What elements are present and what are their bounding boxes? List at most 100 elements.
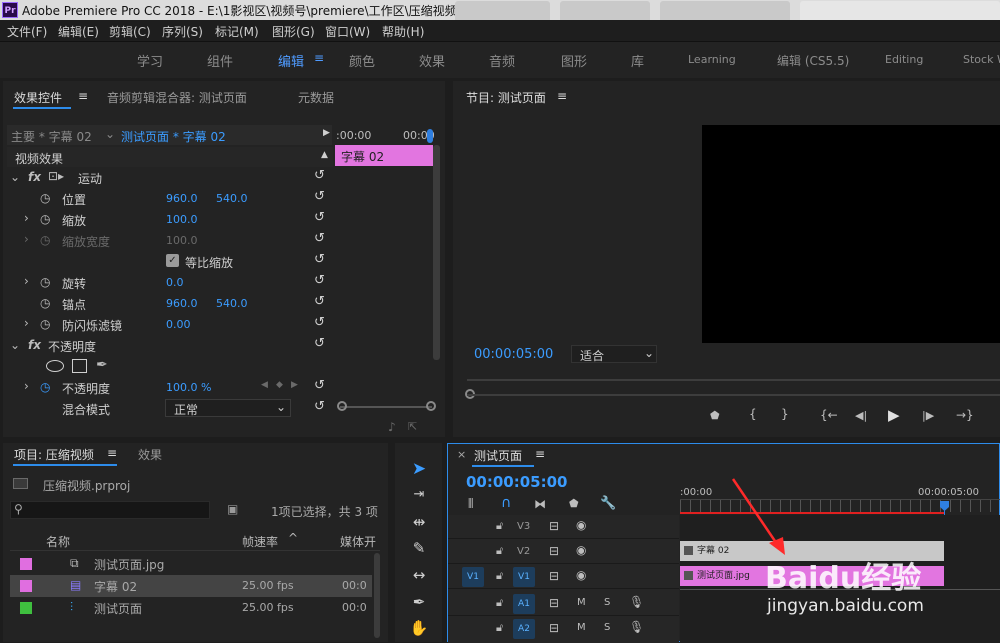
mute-button[interactable]: M: [577, 622, 586, 633]
opacity-value[interactable]: 100.0 %: [166, 381, 211, 394]
lock-icon[interactable]: 🔓︎: [496, 544, 503, 558]
workspace-editing[interactable]: 编辑: [278, 51, 304, 70]
column-media-start[interactable]: 媒体开: [340, 533, 376, 550]
background-window-tab[interactable]: [800, 1, 1000, 20]
label-color-swatch[interactable]: [20, 580, 32, 592]
add-marker-icon[interactable]: ⬟: [569, 497, 579, 510]
reset-icon[interactable]: ↺: [314, 315, 325, 330]
play-icon[interactable]: ▶: [888, 406, 900, 424]
chevron-down-icon[interactable]: ⌄: [105, 127, 115, 141]
prev-keyframe-icon[interactable]: ◀: [261, 380, 268, 390]
workspace-learn[interactable]: 学习: [137, 51, 163, 70]
mute-button[interactable]: M: [577, 597, 586, 608]
program-monitor-title[interactable]: 节目: 测试页面: [466, 89, 546, 106]
reset-icon[interactable]: ↺: [314, 189, 325, 204]
project-item[interactable]: ⧉ 测试页面.jpg: [10, 553, 372, 575]
close-icon[interactable]: ×: [457, 448, 466, 461]
tab-audio-clip-mixer[interactable]: 音频剪辑混合器: 测试页面: [107, 89, 247, 106]
solo-button[interactable]: S: [604, 597, 610, 608]
source-patch-v1[interactable]: V1: [462, 567, 484, 587]
project-search-input[interactable]: ⚲: [10, 501, 210, 519]
track-label[interactable]: V3: [517, 521, 530, 532]
toggle-sync-lock-icon[interactable]: ⊟: [549, 544, 559, 558]
chevron-down-icon[interactable]: ⌄: [10, 338, 20, 352]
stopwatch-icon[interactable]: ◷: [40, 191, 50, 205]
reset-icon[interactable]: ↺: [314, 378, 325, 393]
menu-help[interactable]: 帮助(H): [382, 23, 424, 40]
toggle-sync-lock-icon[interactable]: ⊟: [549, 621, 559, 635]
stopwatch-icon[interactable]: ◷: [40, 275, 50, 289]
workspace-graphics[interactable]: 图形: [561, 51, 587, 70]
tab-metadata[interactable]: 元数据: [298, 89, 334, 106]
add-keyframe-icon[interactable]: ◆: [276, 380, 283, 390]
reset-icon[interactable]: ↺: [314, 252, 325, 267]
export-icon[interactable]: ⇱: [408, 420, 417, 433]
project-scrollbar[interactable]: [374, 553, 380, 638]
menu-graphics[interactable]: 图形(G): [272, 23, 315, 40]
menu-window[interactable]: 窗口(W): [325, 23, 370, 40]
toggle-sync-lock-icon[interactable]: ⊟: [549, 519, 559, 533]
program-timecode[interactable]: 00:00:05:00: [474, 347, 553, 362]
bin-search-icon[interactable]: ▣: [227, 502, 238, 516]
lock-icon[interactable]: 🔓︎: [496, 621, 503, 635]
label-color-swatch[interactable]: [20, 602, 32, 614]
toggle-sync-lock-icon[interactable]: ⊟: [549, 569, 559, 583]
chevron-down-icon[interactable]: ⌄: [10, 170, 20, 184]
stopwatch-icon[interactable]: ◷: [40, 296, 50, 310]
ec-zoom-handle[interactable]: [426, 401, 436, 411]
ec-playhead[interactable]: [427, 129, 433, 143]
panel-menu-icon[interactable]: ≡: [535, 447, 545, 461]
workspace-stock[interactable]: Stock W: [963, 53, 1000, 66]
selection-tool-icon[interactable]: ➤: [407, 459, 431, 479]
ripple-edit-tool-icon[interactable]: ⇹: [407, 513, 431, 531]
pen-mask-icon[interactable]: ✒: [96, 357, 108, 373]
filter-audio-icon[interactable]: ♪: [388, 420, 396, 434]
anchor-x-value[interactable]: 960.0: [166, 297, 198, 310]
track-label[interactable]: A2: [513, 619, 535, 639]
fx-icon[interactable]: fx: [28, 338, 41, 352]
anchor-y-value[interactable]: 540.0: [216, 297, 248, 310]
eye-icon[interactable]: ◉: [576, 568, 586, 582]
ellipse-mask-icon[interactable]: [46, 360, 64, 372]
menu-file[interactable]: 文件(F): [7, 23, 47, 40]
stopwatch-icon[interactable]: ◷: [40, 212, 50, 226]
workspace-editing-en[interactable]: Editing: [885, 53, 923, 66]
reset-icon[interactable]: ↺: [314, 399, 325, 414]
fit-select[interactable]: 适合 ⌄: [571, 345, 657, 363]
eye-icon[interactable]: ◉: [576, 543, 586, 557]
reset-icon[interactable]: ↺: [314, 273, 325, 288]
flicker-value[interactable]: 0.00: [166, 318, 191, 331]
timeline-timecode[interactable]: 00:00:05:00: [466, 473, 568, 491]
position-y-value[interactable]: 540.0: [216, 192, 248, 205]
panel-menu-icon[interactable]: ≡: [557, 89, 567, 103]
stopwatch-icon[interactable]: ◷: [40, 317, 50, 331]
microphone-icon[interactable]: 🎙︎: [629, 620, 644, 634]
reset-icon[interactable]: ↺: [314, 168, 325, 183]
panel-menu-icon[interactable]: ≡: [107, 446, 117, 460]
step-back-icon[interactable]: ◀|: [855, 409, 867, 422]
play-triangle-icon[interactable]: ▶: [323, 128, 330, 138]
reset-icon[interactable]: ↺: [314, 294, 325, 309]
source-clip[interactable]: 主要 * 字幕 02: [11, 128, 92, 145]
chevron-right-icon[interactable]: ›: [24, 211, 29, 225]
blend-mode-select[interactable]: 正常 ⌄: [165, 399, 291, 417]
uniform-scale-checkbox[interactable]: ✓: [166, 254, 179, 267]
lock-icon[interactable]: 🔓︎: [496, 519, 503, 533]
next-keyframe-icon[interactable]: ▶: [291, 380, 298, 390]
workspace-learning[interactable]: Learning: [688, 53, 736, 66]
chevron-right-icon[interactable]: ›: [24, 274, 29, 288]
toggle-sync-lock-icon[interactable]: ⊟: [549, 596, 559, 610]
hand-tool-icon[interactable]: ✋: [407, 619, 431, 637]
track-label[interactable]: V1: [513, 567, 535, 587]
ec-zoom-handle[interactable]: [337, 401, 347, 411]
menu-clip[interactable]: 剪辑(C): [109, 23, 151, 40]
sort-ascending-icon[interactable]: ^: [288, 531, 298, 545]
go-to-out-icon[interactable]: →}: [956, 408, 974, 422]
label-color-swatch[interactable]: [20, 558, 32, 570]
microphone-icon[interactable]: 🎙︎: [629, 595, 644, 609]
scale-value[interactable]: 100.0: [166, 213, 198, 226]
rectangle-mask-icon[interactable]: [72, 359, 87, 373]
solo-button[interactable]: S: [604, 622, 610, 633]
menu-sequence[interactable]: 序列(S): [162, 23, 203, 40]
slip-tool-icon[interactable]: ↔: [407, 566, 431, 584]
